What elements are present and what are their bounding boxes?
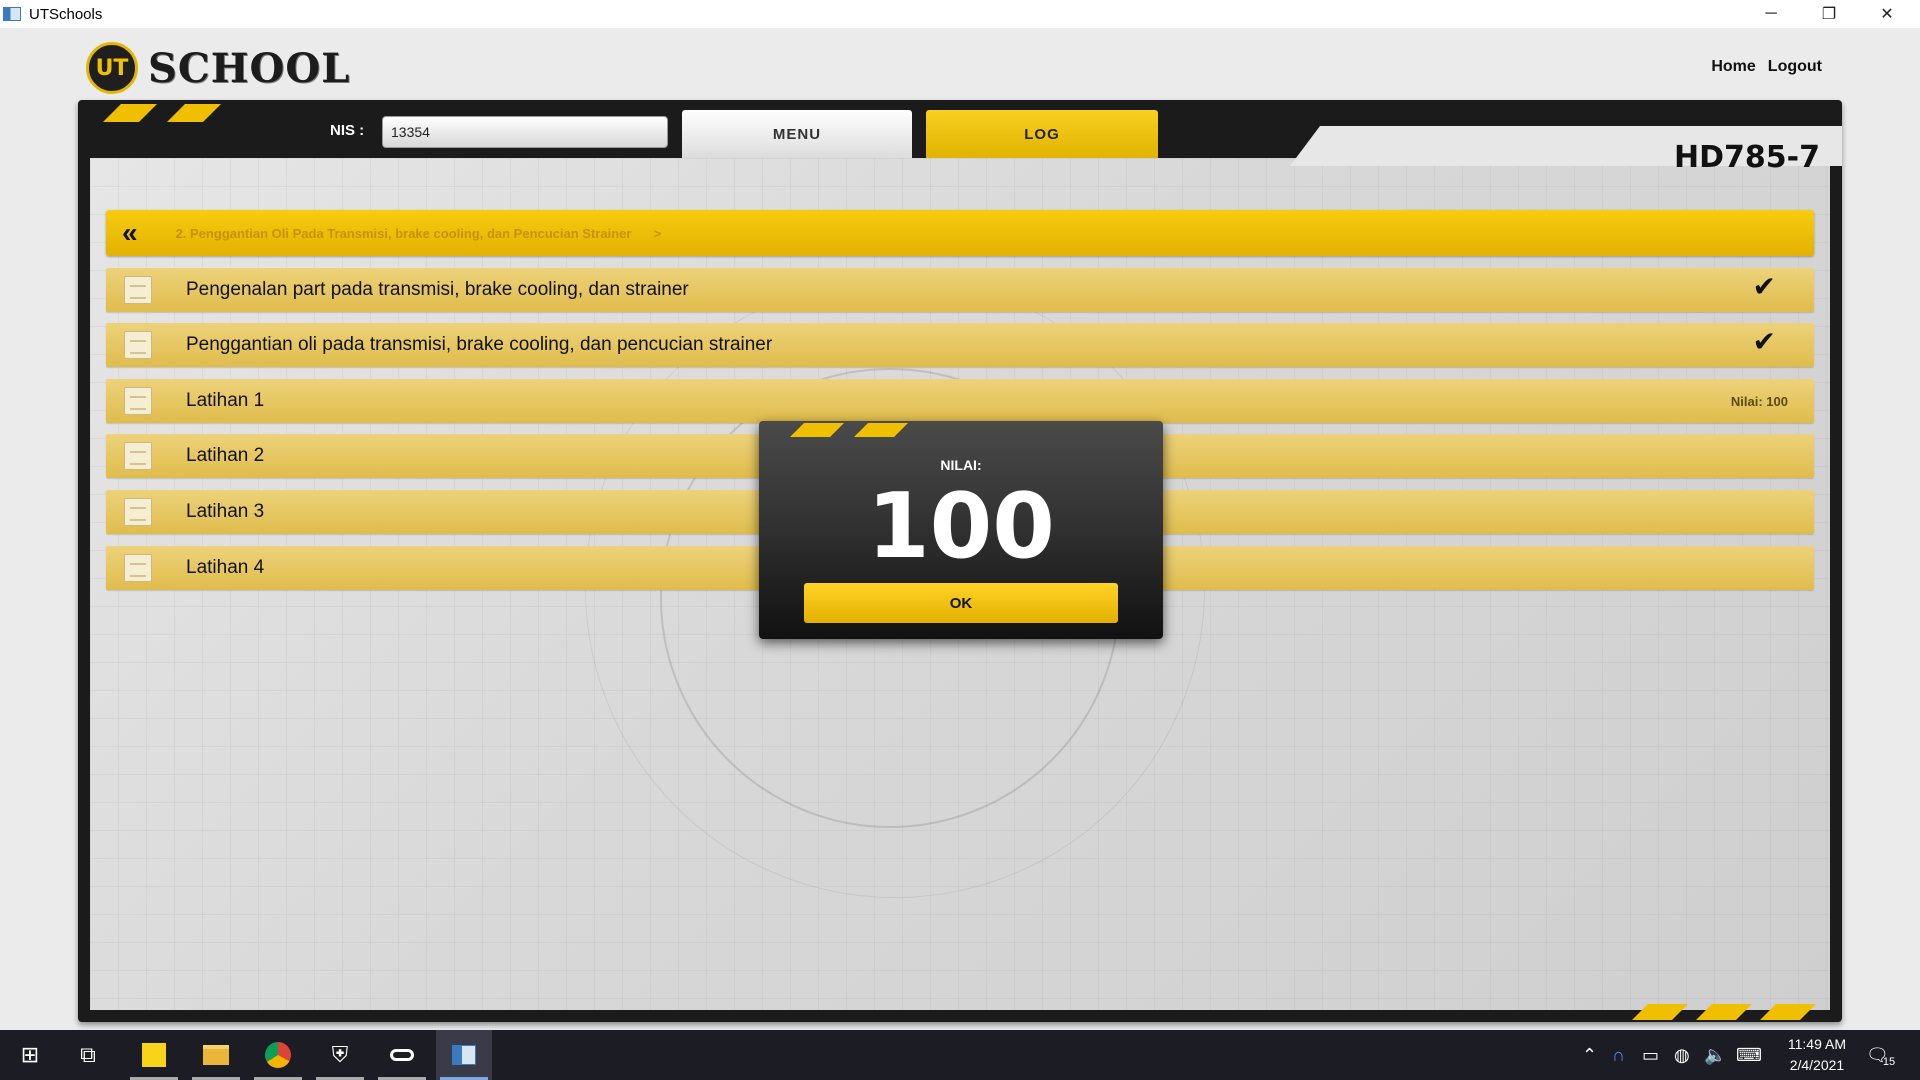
model-title: HD785-7 <box>1674 140 1820 175</box>
ok-button[interactable]: OK <box>804 583 1118 623</box>
logo-text: SCHOOL <box>148 44 351 92</box>
ut-logo-icon: UT <box>86 42 138 94</box>
clock-date: 2/4/2021 <box>1789 1057 1845 1073</box>
notification-count: 15 <box>1882 1056 1896 1068</box>
logout-link[interactable]: Logout <box>1768 58 1822 76</box>
battery-icon[interactable]: ▭ <box>1642 1030 1659 1080</box>
document-icon <box>124 554 152 582</box>
list-item[interactable]: Penggantian oli pada transmisi, brake co… <box>106 323 1814 367</box>
app-icon <box>3 7 21 21</box>
notification-icon[interactable]: 🗨 15 <box>1866 1030 1895 1080</box>
breadcrumb-arrow: > <box>653 225 662 241</box>
chrome-icon[interactable] <box>250 1030 306 1080</box>
task-view-icon[interactable]: ⧉ <box>60 1030 116 1080</box>
tab-log[interactable]: LOG <box>926 110 1158 158</box>
tray-app-icon[interactable]: ∩ <box>1612 1030 1625 1080</box>
volume-icon[interactable]: 🔈 <box>1704 1030 1726 1080</box>
clock[interactable]: 11:49 AM 2/4/2021 <box>1788 1034 1846 1076</box>
list-item-label: Latihan 2 <box>186 445 265 466</box>
list-item-label: Penggantian oli pada transmisi, brake co… <box>186 334 773 355</box>
file-explorer-icon[interactable] <box>188 1030 244 1080</box>
list-item-label: Latihan 4 <box>186 557 265 578</box>
document-icon <box>124 442 152 470</box>
score-badge: Nilai: 100 <box>1730 393 1788 409</box>
keyboard-icon[interactable]: ⌨ <box>1736 1030 1762 1080</box>
nis-field[interactable] <box>382 116 668 148</box>
globe-icon[interactable]: ◍ <box>1674 1030 1690 1080</box>
window-title: UTSchools <box>29 5 103 23</box>
breadcrumb-text: 2. Penggantian Oli Pada Transmisi, brake… <box>175 225 632 241</box>
nis-label: NIS : <box>330 122 365 139</box>
chevron-up-icon[interactable]: ⌃ <box>1582 1030 1597 1080</box>
document-icon <box>124 387 152 415</box>
check-icon: ✔ <box>1752 271 1776 302</box>
close-button[interactable]: ✕ <box>1858 0 1916 28</box>
minimize-button[interactable]: ─ <box>1742 0 1800 28</box>
utschools-icon[interactable] <box>436 1030 492 1080</box>
breadcrumb: « 2. Penggantian Oli Pada Transmisi, bra… <box>106 210 1814 256</box>
windows-start-icon[interactable]: ⊞ <box>2 1030 58 1080</box>
hazard-stripe <box>790 423 844 437</box>
list-item-label: Pengenalan part pada transmisi, brake co… <box>186 279 689 300</box>
window-titlebar: UTSchools <box>0 0 1920 28</box>
document-icon <box>124 498 152 526</box>
list-item-label: Latihan 3 <box>186 501 265 522</box>
tab-menu[interactable]: MENU <box>682 110 912 158</box>
check-icon: ✔ <box>1752 326 1776 357</box>
document-icon <box>124 331 152 359</box>
security-icon[interactable]: ⛨ <box>312 1030 368 1080</box>
restore-button[interactable]: ❐ <box>1800 0 1858 28</box>
double-chevron-left-icon[interactable]: « <box>122 217 137 249</box>
school-logo: UT SCHOOL <box>86 42 350 94</box>
sticky-notes-icon[interactable] <box>126 1030 182 1080</box>
score-dialog: NILAI: 100 OK <box>759 421 1163 639</box>
list-item[interactable]: Pengenalan part pada transmisi, brake co… <box>106 268 1814 312</box>
clock-time: 11:49 AM <box>1787 1036 1846 1052</box>
app-icon[interactable] <box>374 1030 430 1080</box>
hazard-stripe <box>854 423 908 437</box>
top-nav: Home Logout <box>1711 58 1822 76</box>
score-label: NILAI: <box>940 457 982 473</box>
score-value: 100 <box>867 474 1055 579</box>
list-item[interactable]: Latihan 1 Nilai: 100 <box>106 379 1814 423</box>
home-link[interactable]: Home <box>1711 58 1755 76</box>
document-icon <box>124 276 152 304</box>
list-item-label: Latihan 1 <box>186 390 265 411</box>
